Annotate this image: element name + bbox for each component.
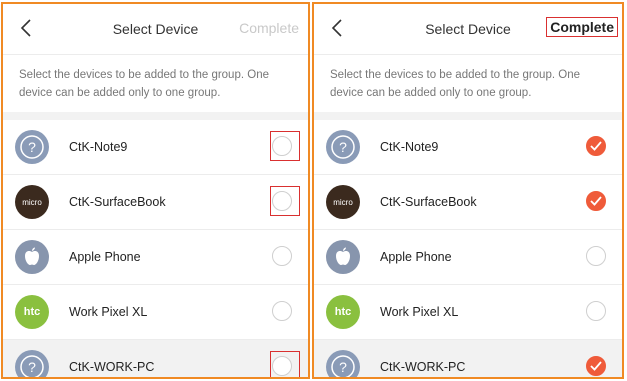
question-icon: ? xyxy=(15,130,49,164)
device-row[interactable]: ? CtK-WORK-PC xyxy=(314,340,622,377)
device-checkbox-checked[interactable] xyxy=(586,136,606,156)
select-device-screen-before: Select Device Complete Select the device… xyxy=(1,2,310,379)
device-checkbox[interactable] xyxy=(272,136,292,156)
device-checkbox[interactable] xyxy=(272,356,292,376)
device-checkbox[interactable] xyxy=(272,191,292,211)
device-checkbox-checked[interactable] xyxy=(586,191,606,211)
chevron-left-icon xyxy=(331,19,342,37)
device-name: CtK-WORK-PC xyxy=(69,360,155,374)
chevron-left-icon xyxy=(20,19,31,37)
top-bar: Select Device Complete xyxy=(314,4,622,55)
complete-button[interactable]: Complete xyxy=(546,17,618,37)
top-bar: Select Device Complete xyxy=(3,4,308,55)
device-name: Work Pixel XL xyxy=(380,305,459,319)
device-row[interactable]: Apple Phone xyxy=(314,230,622,285)
device-name: CtK-Note9 xyxy=(69,140,128,154)
device-checkbox[interactable] xyxy=(272,301,292,321)
question-icon: ? xyxy=(326,130,360,164)
device-name: Apple Phone xyxy=(380,250,452,264)
checkmark-icon xyxy=(590,196,602,206)
device-row[interactable]: Apple Phone xyxy=(3,230,308,285)
checkmark-icon xyxy=(590,141,602,151)
device-name: Work Pixel XL xyxy=(69,305,148,319)
svg-text:?: ? xyxy=(339,139,347,155)
question-icon: ? xyxy=(326,350,360,377)
instructions-text: Select the devices to be added to the gr… xyxy=(314,55,622,120)
apple-icon xyxy=(15,240,49,274)
device-row[interactable]: micro CtK-SurfaceBook xyxy=(3,175,308,230)
htc-logo-icon: htc xyxy=(326,295,360,329)
micro-logo-icon: micro xyxy=(15,185,49,219)
question-icon: ? xyxy=(15,350,49,377)
device-row[interactable]: ? CtK-Note9 xyxy=(3,120,308,175)
device-row[interactable]: htc Work Pixel XL xyxy=(314,285,622,340)
device-checkbox-checked[interactable] xyxy=(586,356,606,376)
device-name: CtK-WORK-PC xyxy=(380,360,466,374)
device-list: ? CtK-Note9 micro CtK-SurfaceBook Apple … xyxy=(314,120,622,377)
device-name: CtK-SurfaceBook xyxy=(69,195,166,209)
select-device-screen-after: Select Device Complete Select the device… xyxy=(312,2,624,379)
device-row[interactable]: micro CtK-SurfaceBook xyxy=(314,175,622,230)
device-checkbox[interactable] xyxy=(586,301,606,321)
svg-text:?: ? xyxy=(28,359,36,375)
back-button[interactable] xyxy=(15,17,37,39)
svg-text:?: ? xyxy=(339,359,347,375)
device-name: Apple Phone xyxy=(69,250,141,264)
checkmark-icon xyxy=(590,361,602,371)
instructions-text: Select the devices to be added to the gr… xyxy=(3,55,308,120)
device-name: CtK-Note9 xyxy=(380,140,439,154)
device-row[interactable]: ? CtK-Note9 xyxy=(314,120,622,175)
htc-logo-icon: htc xyxy=(15,295,49,329)
device-name: CtK-SurfaceBook xyxy=(380,195,477,209)
svg-text:?: ? xyxy=(28,139,36,155)
device-list: ? CtK-Note9 micro CtK-SurfaceBook Apple … xyxy=(3,120,308,377)
comparison-screens: Select Device Complete Select the device… xyxy=(0,0,627,381)
apple-icon xyxy=(326,240,360,274)
page-title: Select Device xyxy=(425,21,511,37)
device-row[interactable]: htc Work Pixel XL xyxy=(3,285,308,340)
complete-button[interactable]: Complete xyxy=(236,19,302,37)
device-checkbox[interactable] xyxy=(272,246,292,266)
page-title: Select Device xyxy=(112,21,199,37)
micro-logo-icon: micro xyxy=(326,185,360,219)
back-button[interactable] xyxy=(326,17,348,39)
device-checkbox[interactable] xyxy=(586,246,606,266)
device-row[interactable]: ? CtK-WORK-PC xyxy=(3,340,308,377)
